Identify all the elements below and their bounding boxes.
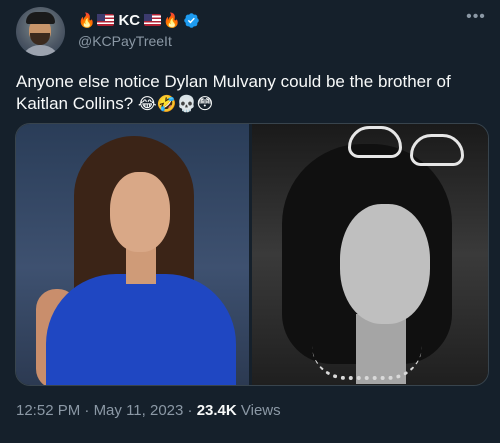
avatar[interactable] <box>16 7 65 56</box>
tweet: 🔥 KC 🔥 @KCPayTreeIt ••• Anyone else noti… <box>0 0 500 443</box>
tweet-text: Anyone else notice Dylan Mulvany could b… <box>16 71 486 116</box>
views-label: Views <box>240 402 281 419</box>
us-flag-icon <box>97 14 115 26</box>
views-count: 23.4K <box>196 402 237 419</box>
more-horizontal-icon[interactable]: ••• <box>464 8 488 28</box>
verified-badge-icon <box>183 12 199 28</box>
fire-emoji: 🔥 <box>78 12 96 28</box>
media-photo[interactable] <box>16 124 249 385</box>
fire-emoji: 🔥 <box>163 12 181 28</box>
meta-separator: · <box>187 402 193 419</box>
tweet-time[interactable]: 12:52 PM <box>16 402 80 419</box>
tweet-text-body: Anyone else notice Dylan Mulvany could b… <box>16 72 451 113</box>
tweet-emojis: 😂🤣💀😳 <box>137 96 214 113</box>
tweet-date[interactable]: May 11, 2023 <box>94 402 184 419</box>
meta-separator: · <box>84 402 90 419</box>
author-handle[interactable]: @KCPayTreeIt <box>78 33 172 49</box>
media-photo[interactable] <box>252 124 488 385</box>
media-grid <box>15 123 489 386</box>
tweet-meta: 12:52 PM · May 11, 2023 · 23.4K Views <box>16 402 281 419</box>
us-flag-icon <box>144 14 162 26</box>
author-name[interactable]: 🔥 KC 🔥 <box>78 10 200 30</box>
display-name: KC <box>118 11 141 29</box>
